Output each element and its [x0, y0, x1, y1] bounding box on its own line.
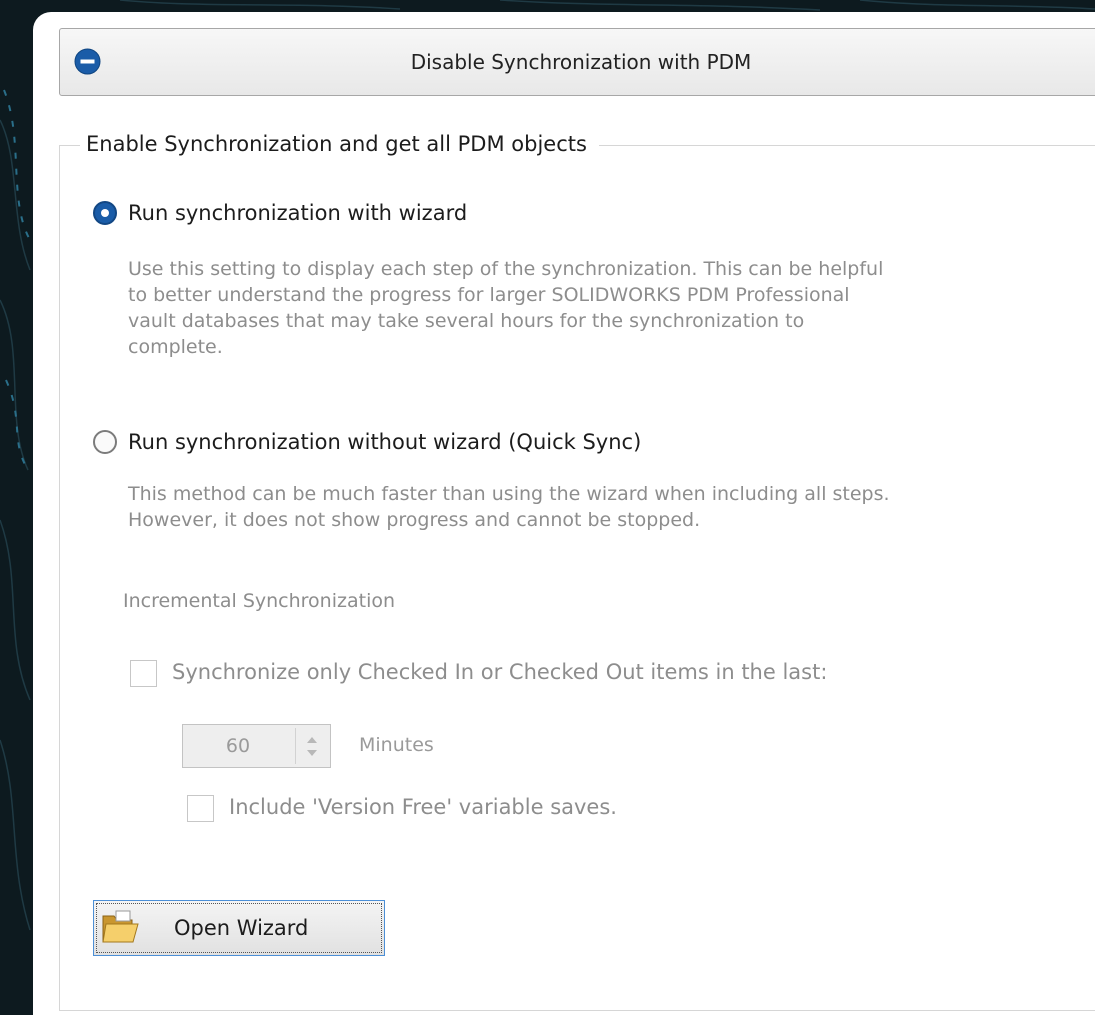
disable-sync-label: Disable Synchronization with PDM [410, 50, 752, 74]
minutes-units-label: Minutes [359, 734, 434, 756]
arrow-down-icon[interactable] [307, 750, 317, 756]
sync-recent-label[interactable]: Synchronize only Checked In or Checked O… [172, 658, 827, 686]
radio-without-wizard-label[interactable]: Run synchronization without wizard (Quic… [128, 428, 641, 456]
without-wizard-description: This method can be much faster than usin… [128, 483, 890, 531]
open-wizard-label: Open Wizard [174, 916, 309, 940]
radio-with-wizard[interactable] [93, 201, 117, 225]
stepper-arrows[interactable] [295, 728, 328, 764]
minutes-value[interactable]: 60 [183, 725, 293, 767]
arrow-up-icon[interactable] [307, 737, 317, 743]
disable-sync-button[interactable]: Disable Synchronization with PDM [59, 28, 1095, 96]
open-wizard-button[interactable]: Open Wizard [93, 900, 385, 956]
radio-without-wizard[interactable] [93, 430, 117, 454]
group-title: Enable Synchronization and get all PDM o… [80, 129, 599, 159]
with-wizard-description: Use this setting to display each step of… [128, 258, 884, 358]
minutes-stepper[interactable]: 60 [182, 724, 331, 768]
folder-icon [102, 910, 139, 943]
sync-settings-panel: Disable Synchronization with PDM Enable … [33, 12, 1095, 1015]
sync-recent-checkbox[interactable] [130, 660, 157, 687]
radio-with-wizard-label[interactable]: Run synchronization with wizard [128, 199, 467, 227]
incremental-sync-title: Incremental Synchronization [123, 590, 396, 612]
version-free-label[interactable]: Include 'Version Free' variable saves. [229, 793, 617, 821]
version-free-checkbox[interactable] [187, 795, 214, 822]
